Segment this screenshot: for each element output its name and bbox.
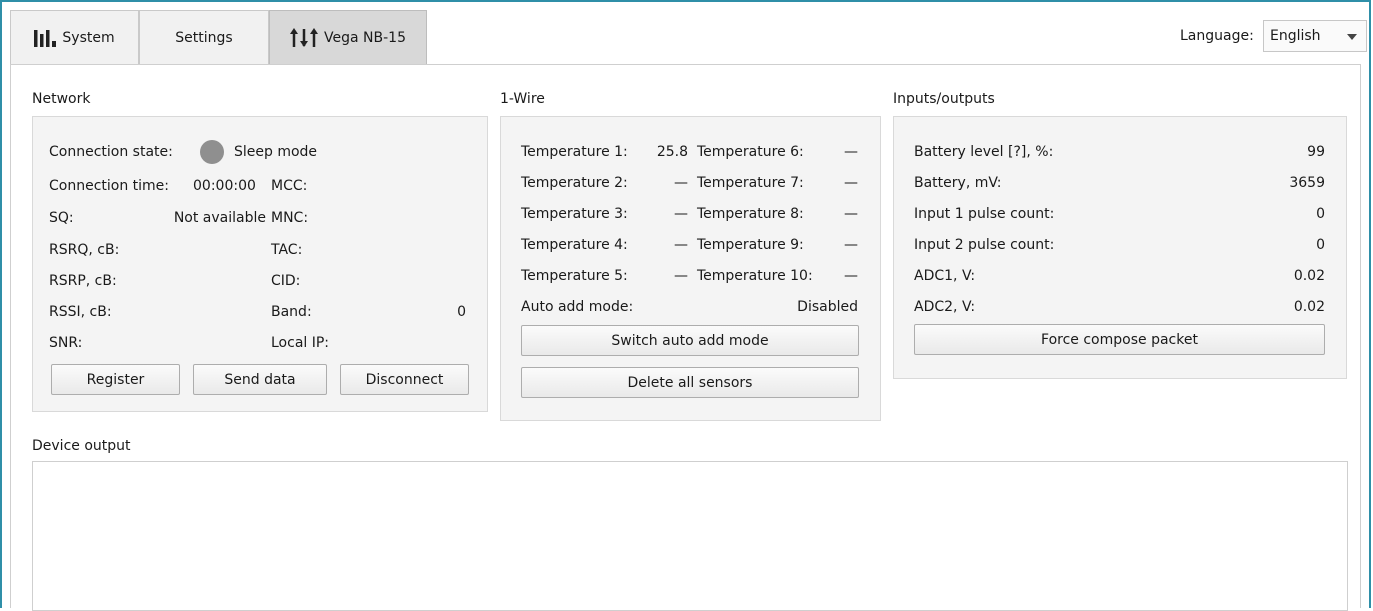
connection-state-value: Sleep mode <box>234 144 318 160</box>
cid-label: CID: <box>271 273 301 289</box>
band-value: 0 <box>457 304 466 320</box>
language-select[interactable]: English <box>1263 20 1367 52</box>
adc1-value: 0.02 <box>1293 268 1325 284</box>
rsrp-label: RSRP, cB: <box>49 273 117 289</box>
tab-vega-label: Vega NB-15 <box>324 30 406 46</box>
send-data-button[interactable]: Send data <box>193 364 327 395</box>
connection-time-label: Connection time: <box>49 178 170 194</box>
temp-4-value: — <box>674 237 688 253</box>
tab-system[interactable]: System <box>10 10 139 65</box>
connection-time-value: 00:00:00 <box>193 178 256 194</box>
connection-state-label: Connection state: <box>49 144 173 160</box>
tab-settings-label: Settings <box>175 30 233 46</box>
chevron-down-icon <box>1347 34 1357 40</box>
temp-9-label: Temperature 9: <box>697 237 804 253</box>
input-2-pulse-label: Input 2 pulse count: <box>914 237 1055 253</box>
input-1-pulse-label: Input 1 pulse count: <box>914 206 1055 222</box>
auto-add-mode-label: Auto add mode: <box>521 299 634 315</box>
snr-label: SNR: <box>49 335 83 351</box>
band-label: Band: <box>271 304 312 320</box>
temp-10-label: Temperature 10: <box>697 268 813 284</box>
switch-auto-add-mode-button[interactable]: Switch auto add mode <box>521 325 859 356</box>
delete-all-sensors-button[interactable]: Delete all sensors <box>521 367 859 398</box>
local-ip-label: Local IP: <box>271 335 330 351</box>
tab-system-label: System <box>62 30 115 46</box>
sq-value: Not available <box>173 210 266 226</box>
temp-1-label: Temperature 1: <box>521 144 628 160</box>
adc1-label: ADC1, V: <box>914 268 976 284</box>
connection-status-indicator <box>200 140 224 164</box>
temp-1-value: 25.8 <box>656 144 688 160</box>
temp-5-label: Temperature 5: <box>521 268 628 284</box>
rssi-label: RSSI, cB: <box>49 304 112 320</box>
temp-5-value: — <box>674 268 688 284</box>
tac-label: TAC: <box>271 242 303 258</box>
disconnect-button[interactable]: Disconnect <box>340 364 469 395</box>
temp-10-value: — <box>844 268 858 284</box>
temp-3-value: — <box>674 206 688 222</box>
temp-3-label: Temperature 3: <box>521 206 628 222</box>
temp-8-value: — <box>844 206 858 222</box>
device-output-title: Device output <box>32 438 131 454</box>
bar-chart-icon <box>34 29 64 47</box>
network-section-title: Network <box>32 91 91 107</box>
auto-add-mode-value: Disabled <box>797 299 858 315</box>
rsrq-label: RSRQ, cB: <box>49 242 120 258</box>
temp-6-value: — <box>844 144 858 160</box>
temp-2-value: — <box>674 175 688 191</box>
sliders-icon <box>290 28 320 48</box>
temp-8-label: Temperature 8: <box>697 206 804 222</box>
tab-vega-nb-15[interactable]: Vega NB-15 <box>269 10 427 65</box>
sq-label: SQ: <box>49 210 74 226</box>
adc2-label: ADC2, V: <box>914 299 976 315</box>
temp-6-label: Temperature 6: <box>697 144 804 160</box>
language-value: English <box>1270 28 1321 44</box>
battery-mv-value: 3659 <box>1289 175 1325 191</box>
input-1-pulse-value: 0 <box>1316 206 1325 222</box>
adc2-value: 0.02 <box>1293 299 1325 315</box>
temp-7-value: — <box>844 175 858 191</box>
temp-7-label: Temperature 7: <box>697 175 804 191</box>
io-section-title: Inputs/outputs <box>893 91 995 107</box>
language-label: Language: <box>1180 28 1254 44</box>
temp-2-label: Temperature 2: <box>521 175 628 191</box>
force-compose-packet-button[interactable]: Force compose packet <box>914 324 1325 355</box>
input-2-pulse-value: 0 <box>1316 237 1325 253</box>
temp-9-value: — <box>844 237 858 253</box>
register-button[interactable]: Register <box>51 364 180 395</box>
battery-level-value: 99 <box>1307 144 1325 160</box>
tab-settings[interactable]: Settings <box>139 10 269 65</box>
battery-level-label: Battery level [?], %: <box>914 144 1054 160</box>
mcc-label: MCC: <box>271 178 308 194</box>
mnc-label: MNC: <box>271 210 309 226</box>
battery-mv-label: Battery, mV: <box>914 175 1002 191</box>
temp-4-label: Temperature 4: <box>521 237 628 253</box>
device-output-textarea[interactable] <box>32 461 1348 611</box>
onewire-section-title: 1-Wire <box>500 91 545 107</box>
